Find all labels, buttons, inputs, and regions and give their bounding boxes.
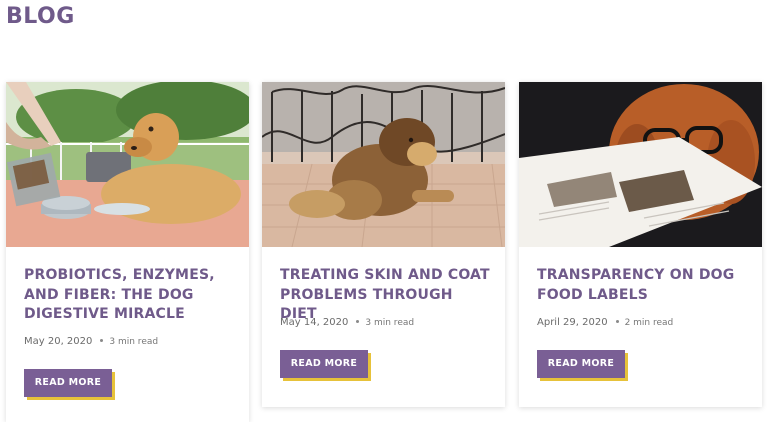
post-title[interactable]: PROBIOTICS, ENZYMES, AND FIBER: THE DOG … <box>24 266 234 325</box>
separator-dot-icon <box>615 319 619 323</box>
read-time: 3 min read <box>109 337 159 347</box>
post-date: May 20, 2020 <box>24 336 93 347</box>
post-image[interactable] <box>519 82 762 247</box>
page-title: BLOG <box>6 4 75 29</box>
read-more-button[interactable]: READ MORE <box>280 350 368 378</box>
blog-card: PROBIOTICS, ENZYMES, AND FIBER: THE DOG … <box>6 82 249 422</box>
blog-card: TRANSPARENCY ON DOG FOOD LABELS April 29… <box>519 82 762 407</box>
post-date: May 14, 2020 <box>280 317 349 328</box>
read-more-button[interactable]: READ MORE <box>24 369 112 397</box>
separator-dot-icon <box>100 338 104 342</box>
post-image[interactable] <box>262 82 505 247</box>
read-more-button[interactable]: READ MORE <box>537 350 625 378</box>
blog-card: TREATING SKIN AND COAT PROBLEMS THROUGH … <box>262 82 505 407</box>
post-title[interactable]: TRANSPARENCY ON DOG FOOD LABELS <box>537 266 747 305</box>
post-meta: May 14, 2020 3 min read <box>280 317 414 328</box>
golden-retriever-food-bowl-photo <box>6 82 249 247</box>
post-image[interactable] <box>6 82 249 247</box>
dog-with-glasses-reading-photo <box>519 82 762 247</box>
dog-scratching-photo <box>262 82 505 247</box>
post-date: April 29, 2020 <box>537 317 608 328</box>
read-time: 3 min read <box>365 318 415 328</box>
post-meta: May 20, 2020 3 min read <box>24 336 158 347</box>
separator-dot-icon <box>356 319 360 323</box>
read-time: 2 min read <box>624 318 674 328</box>
post-title[interactable]: TREATING SKIN AND COAT PROBLEMS THROUGH … <box>280 266 490 325</box>
post-meta: April 29, 2020 2 min read <box>537 317 673 328</box>
blog-page: BLOG PROBIOTICS, ENZYMES, AND FIBER: THE… <box>0 0 768 422</box>
